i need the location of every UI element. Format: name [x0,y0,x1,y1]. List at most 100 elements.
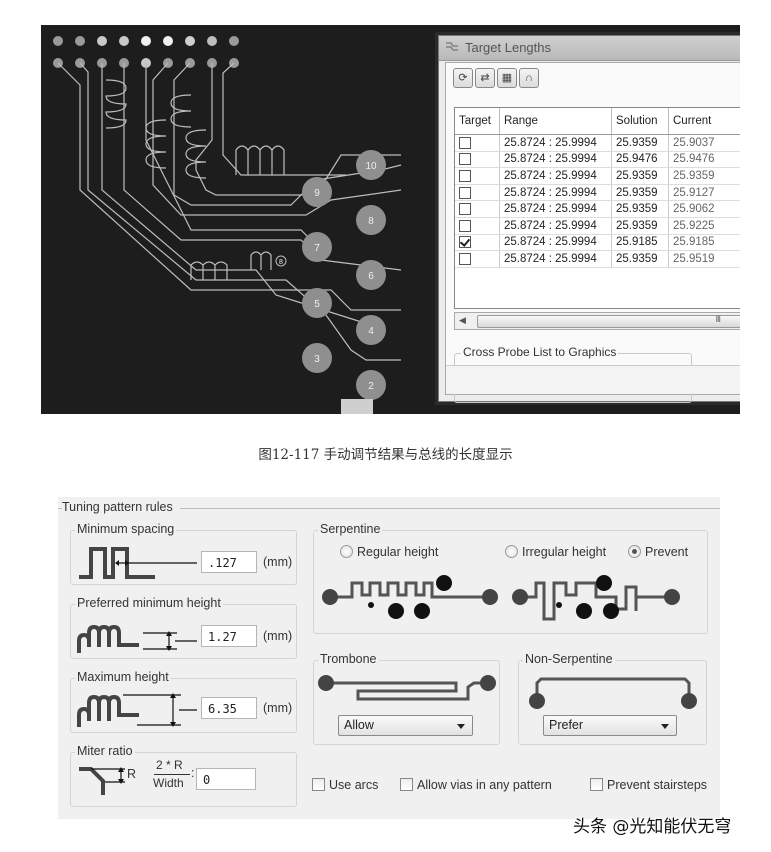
route-button[interactable]: ⇄ [475,68,495,88]
use-arcs-checkbox[interactable]: Use arcs [312,778,378,792]
regular-height-radio[interactable]: Regular height [340,545,438,559]
miter-denominator: Width [153,776,184,790]
minimum-spacing-input[interactable]: .127 [201,551,257,573]
target-checkbox[interactable] [459,219,471,232]
checkbox-icon[interactable] [312,778,325,791]
prevent-stairsteps-label: Prevent stairsteps [607,778,708,792]
target-checkbox-checked[interactable] [459,236,471,249]
colon-label: : [191,766,195,780]
preferred-minimum-height-input[interactable]: 1.27 [201,625,257,647]
maximum-height-input[interactable]: 6.35 [201,697,257,719]
non-serpentine-group: Non-Serpentine Prefer [518,652,707,745]
target-cell [455,234,500,252]
prevent-label: Prevent [645,545,689,559]
current-cell: 25.9519 [668,250,740,268]
grid-header: Target Range Solution Current [455,108,740,135]
checkbox-icon[interactable] [400,778,413,791]
table-row[interactable]: 25.8724 : 25.9994 25.9359 25.9037 [455,134,740,152]
non-serpentine-dropdown[interactable]: Prefer [543,715,677,736]
trombone-value: Allow [344,718,374,732]
window-title: Target Lengths [465,40,552,55]
range-cell: 25.8724 : 25.9994 [499,167,612,185]
preferred-minimum-height-icon [77,624,197,653]
target-cell [455,134,500,152]
refresh-button[interactable]: ⟳ [453,68,473,88]
serpentine-trace [105,79,127,129]
tune-icon: ∩ [525,72,533,84]
figure-caption: 图12-117 手动调节结果与总线的长度显示 [258,447,513,463]
target-checkbox[interactable] [459,169,471,182]
table-row[interactable]: 25.8724 : 25.9994 25.9359 25.9062 [455,200,740,218]
window-titlebar[interactable]: Target Lengths [439,36,740,61]
table-row[interactable]: 25.8724 : 25.9994 25.9359 25.9519 [455,250,740,268]
divider [180,508,720,509]
radio-icon[interactable] [505,545,518,558]
column-header-target[interactable]: Target [455,108,500,135]
refresh-icon: ⟳ [458,72,468,84]
checkbox-icon[interactable] [590,778,603,791]
miter-ratio-input[interactable]: 0 [196,768,256,790]
solution-cell: 25.9359 [611,217,669,235]
top-pad [119,36,129,46]
miter-numerator: 2 * R [156,758,183,772]
watermark: 头条 @光知能伏无穹 [573,817,732,837]
range-cell: 25.8724 : 25.9994 [499,234,612,252]
range-cell: 25.8724 : 25.9994 [499,184,612,202]
non-serpentine-legend: Non-Serpentine [523,652,615,666]
column-header-solution[interactable]: Solution [611,108,669,135]
prevent-radio[interactable]: Prevent [628,545,688,559]
horizontal-scrollbar[interactable]: ◀ III [454,312,740,330]
target-checkbox[interactable] [459,252,471,265]
top-pad [75,36,85,46]
target-cell [455,151,500,169]
tuning-pattern-rules-panel: Tuning pattern rules Minimum spacing .12… [58,497,720,819]
tune-button[interactable]: ∩ [519,68,539,88]
numbered-pads [275,150,386,414]
tuning-rules-legend: Tuning pattern rules [62,500,173,514]
table-button[interactable]: ▦ [497,68,517,88]
trombone-dropdown[interactable]: Allow [338,715,473,736]
serpentine-trace [250,251,272,270]
minimum-spacing-label: Minimum spacing [75,522,177,536]
minimum-spacing-group: Minimum spacing .127 (mm) [70,522,297,585]
target-checkbox[interactable] [459,153,471,166]
table-row[interactable]: 25.8724 : 25.9994 25.9359 25.9225 [455,217,740,235]
regular-height-label: Regular height [357,545,439,559]
window-client: ⟳ ⇄ ▦ ∩ Target Range Solution Current 25… [445,62,740,403]
chevron-down-icon [457,724,465,729]
serpentine-pattern-illustration [322,575,680,621]
trace [57,62,401,311]
unit-label: (mm) [263,555,293,569]
table-row[interactable]: 25.8724 : 25.9994 25.9476 25.9476 [455,151,740,169]
irregular-height-radio[interactable]: Irregular height [505,545,606,559]
status-strip [446,365,740,394]
r-label: R [127,767,137,781]
pad-label: 8 [368,216,374,227]
serpentine-group: Serpentine Regular height Irregular heig… [313,522,708,634]
table-row[interactable]: 25.8724 : 25.9994 25.9359 25.9359 [455,167,740,185]
top-pad [207,36,217,46]
table-row[interactable]: 25.8724 : 25.9994 25.9359 25.9127 [455,184,740,202]
target-checkbox[interactable] [459,136,471,149]
target-checkbox[interactable] [459,186,471,199]
serpentine-trace [235,145,285,175]
table-row[interactable]: 25.8724 : 25.9994 25.9185 25.9185 [455,234,740,252]
top-pad [97,36,107,46]
target-cell [455,200,500,218]
target-lengths-grid: Target Range Solution Current 25.8724 : … [454,107,740,309]
current-cell: 25.9185 [668,234,740,252]
solution-cell: 25.9476 [611,151,669,169]
prevent-stairsteps-checkbox[interactable]: Prevent stairsteps [590,778,707,792]
trace [173,62,402,206]
radio-selected-icon[interactable] [628,545,641,558]
allow-vias-checkbox[interactable]: Allow vias in any pattern [400,778,552,792]
target-checkbox[interactable] [459,203,471,216]
unit-label: (mm) [263,629,293,643]
column-header-current[interactable]: Current [668,108,740,135]
radio-icon[interactable] [340,545,353,558]
column-header-range[interactable]: Range [499,108,612,135]
allow-vias-label: Allow vias in any pattern [417,778,552,792]
scroll-left-icon[interactable]: ◀ [459,315,466,326]
scrollbar-thumb[interactable]: III [477,314,740,328]
miter-ratio-group: Miter ratio R 2 * R Width : 0 [70,744,297,807]
